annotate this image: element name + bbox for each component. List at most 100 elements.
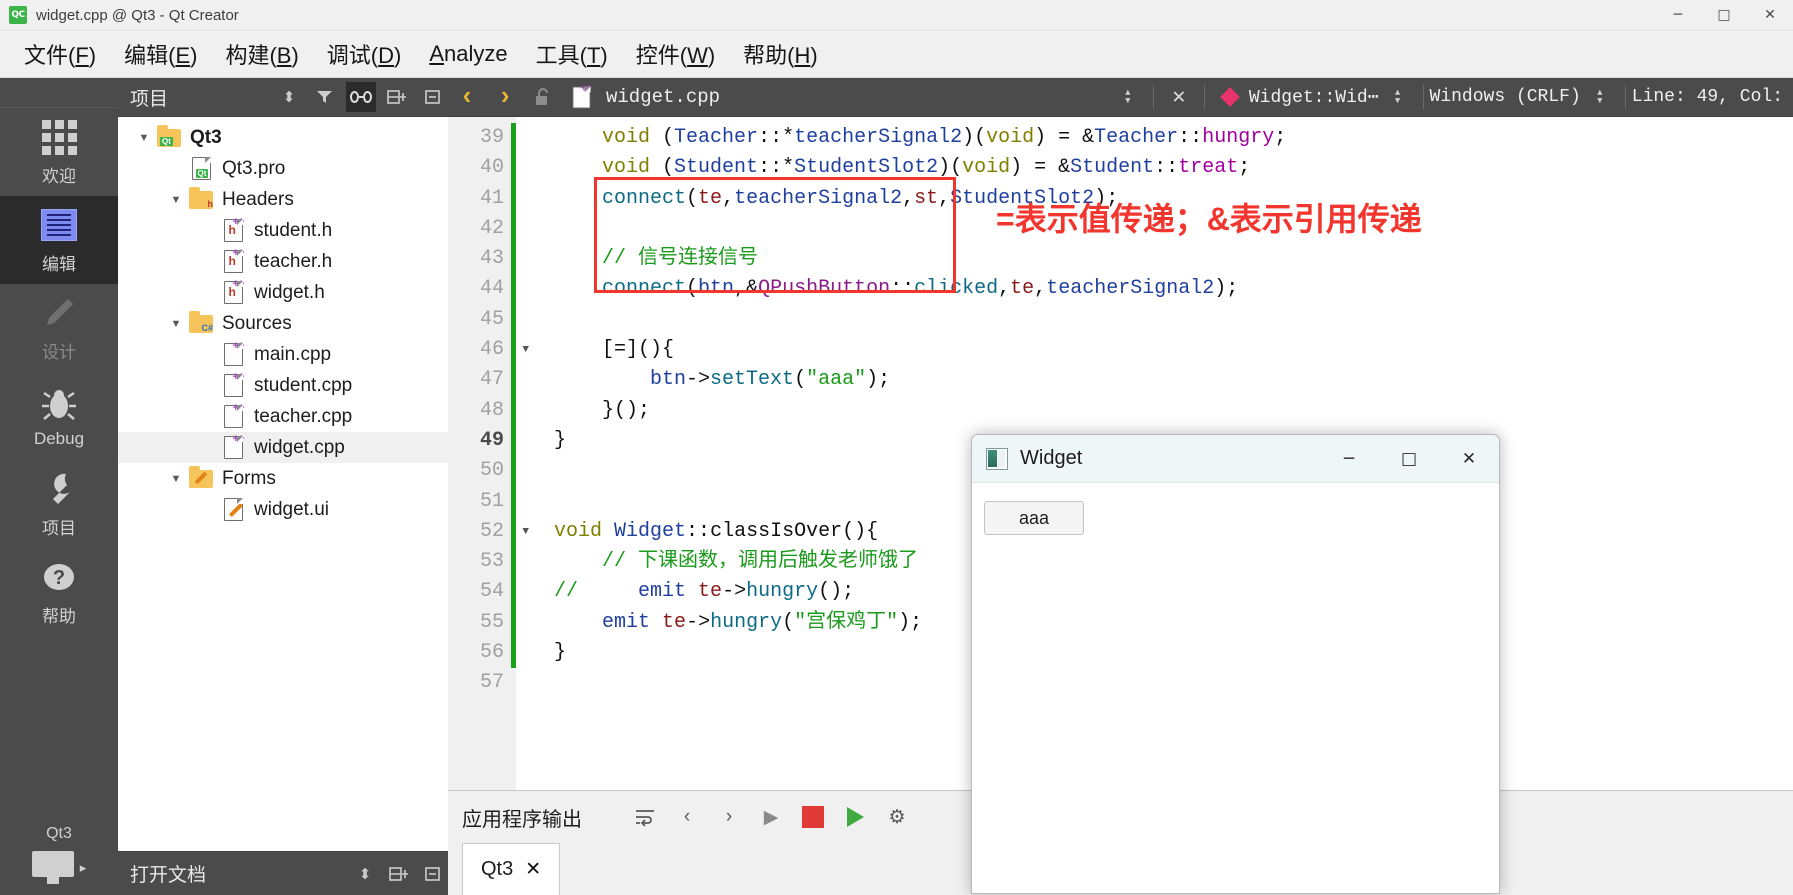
code-token: Teacher — [674, 126, 759, 149]
code-token: ( — [686, 277, 699, 301]
next-icon[interactable]: › — [708, 796, 750, 838]
expand-arrow-icon[interactable]: ▼ — [132, 132, 156, 144]
mode-projects[interactable]: 项目 — [0, 460, 118, 548]
annotation-label: =表示值传递；&表示引用传递 — [996, 201, 1422, 237]
code-token: Student — [1070, 156, 1155, 180]
tree-item-main-cpp[interactable]: ++ main.cpp — [118, 339, 448, 370]
gear-icon[interactable]: ⚙ — [876, 796, 918, 838]
sources-folder-icon: C# — [188, 310, 214, 336]
split-icon[interactable] — [382, 82, 412, 112]
code-token: -> — [686, 610, 711, 634]
line-ending-selector[interactable]: Windows (CRLF) — [1430, 87, 1581, 107]
tree-item-teacher-h[interactable]: h ++ teacher.h — [118, 246, 448, 277]
mode-debug[interactable]: Debug — [0, 372, 118, 460]
dialog-maximize-button[interactable]: □ — [1379, 435, 1439, 483]
modebar-footer: Qt3 ▸ — [0, 819, 118, 895]
wrap-lines-icon[interactable] — [624, 796, 666, 838]
diamond-icon — [1211, 78, 1249, 117]
tree-item-qt3-pro[interactable]: Qt Qt3.pro — [118, 153, 448, 184]
output-tab-label: Qt3 — [481, 858, 514, 880]
unlocked-icon[interactable] — [524, 78, 562, 117]
expand-arrow-icon[interactable]: ▼ — [164, 473, 188, 485]
open-docs-collapse-icon[interactable] — [418, 859, 448, 889]
target-selector[interactable]: ▸ — [31, 851, 86, 889]
tree-item-sources[interactable]: ▼ C# Sources — [118, 308, 448, 339]
mode-welcome[interactable]: 欢迎 — [0, 108, 118, 196]
open-docs-split-icon[interactable] — [384, 859, 414, 889]
line-number-53: 53 — [479, 550, 504, 574]
symbol-name[interactable]: Widget::Wid⋯ — [1249, 86, 1379, 108]
h-file-icon: h ++ — [220, 247, 246, 274]
code-token: ( — [794, 368, 807, 392]
code-token: ( — [686, 186, 699, 210]
forms-folder-icon — [188, 465, 214, 491]
mode-design[interactable]: 设计 — [0, 284, 118, 372]
tree-item-widget-h[interactable]: h ++ widget.h — [118, 277, 448, 308]
collapse-icon[interactable] — [418, 82, 448, 112]
mode-edit-label: 编辑 — [42, 255, 76, 274]
menu-item-5[interactable]: 工具(T) — [522, 35, 622, 73]
mode-help[interactable]: ? 帮助 — [0, 548, 118, 636]
view-selector-spin[interactable]: ⬍ — [274, 82, 304, 112]
maximize-button[interactable]: □ — [1701, 0, 1747, 31]
menu-item-1[interactable]: 编辑(E) — [110, 35, 211, 73]
line-number-57: 57 — [479, 671, 504, 695]
navigate-back-button[interactable]: ‹ — [448, 78, 486, 117]
tree-item-label: teacher.h — [254, 250, 333, 272]
mode-edit[interactable]: 编辑 — [0, 196, 118, 284]
filter-icon[interactable] — [310, 82, 340, 112]
expand-arrow-icon[interactable]: ▼ — [164, 318, 188, 330]
menu-item-7[interactable]: 帮助(H) — [729, 35, 832, 73]
tree-item-qt3[interactable]: ▼ Qt Qt3 — [118, 122, 448, 153]
file-selector-spin[interactable]: ▲ ▼ — [1109, 78, 1147, 117]
line-number-50: 50 — [479, 459, 504, 483]
code-token: , — [998, 277, 1011, 301]
code-token: hungry — [710, 610, 783, 634]
tree-item-student-h[interactable]: h ++ student.h — [118, 215, 448, 246]
tree-item-widget-cpp[interactable]: ++ widget.cpp — [118, 432, 448, 463]
tree-item-forms[interactable]: ▼ Forms — [118, 463, 448, 494]
link-icon[interactable] — [346, 82, 376, 112]
code-token: ); — [898, 610, 923, 634]
current-file-name[interactable]: widget.cpp — [600, 86, 720, 108]
prev-icon[interactable]: ‹ — [666, 796, 708, 838]
menu-item-6[interactable]: 控件(W) — [622, 35, 729, 73]
project-panel-title: 项目 — [130, 88, 169, 110]
code-token: :: — [890, 277, 915, 301]
run-green-icon[interactable] — [834, 796, 876, 838]
menu-item-0[interactable]: 文件(F) — [10, 35, 110, 73]
code-token: teacherSignal2 — [794, 126, 963, 149]
aaa-button[interactable]: aaa — [984, 501, 1084, 535]
close-button[interactable]: ✕ — [1747, 0, 1793, 31]
output-tab-qt3[interactable]: Qt3 ✕ — [462, 843, 561, 895]
tree-item-headers[interactable]: ▼ h Headers — [118, 184, 448, 215]
desktop-target-icon — [31, 851, 74, 885]
navigate-forward-button[interactable]: › — [486, 78, 524, 117]
dialog-close-button[interactable]: ✕ — [1439, 435, 1499, 483]
close-icon[interactable]: ✕ — [525, 858, 541, 881]
widget-dialog[interactable]: Widget ─ □ ✕ aaa — [971, 434, 1500, 894]
menu-item-3[interactable]: 调试(D) — [313, 35, 416, 73]
close-file-button[interactable]: ✕ — [1160, 78, 1198, 117]
stop-icon[interactable] — [792, 796, 834, 838]
line-number-43: 43 — [479, 247, 504, 271]
tree-item-teacher-cpp[interactable]: ++ teacher.cpp — [118, 401, 448, 432]
project-tree[interactable]: ▼ Qt Qt3 Qt Qt3.pro ▼ h Headers h ++ student.h h ++ t… — [118, 117, 448, 851]
question-circle-icon: ? — [40, 557, 78, 597]
line-ending-spin[interactable]: ▲ ▼ — [1581, 78, 1619, 117]
symbol-selector-spin[interactable]: ▲ ▼ — [1379, 78, 1417, 117]
open-docs-spin[interactable]: ⬍ — [350, 859, 380, 889]
minimize-button[interactable]: ─ — [1655, 0, 1701, 31]
menu-item-2[interactable]: 构建(B) — [211, 35, 312, 73]
tree-item-student-cpp[interactable]: ++ student.cpp — [118, 370, 448, 401]
run-icon[interactable]: ▶ — [750, 796, 792, 838]
code-token: Teacher — [1094, 126, 1179, 149]
code-token: hungry — [746, 580, 819, 604]
dialog-minimize-button[interactable]: ─ — [1319, 435, 1379, 483]
expand-arrow-icon[interactable]: ▼ — [164, 194, 188, 206]
menu-item-4[interactable]: Analyze — [415, 38, 521, 70]
tree-item-widget-ui[interactable]: widget.ui — [118, 494, 448, 525]
